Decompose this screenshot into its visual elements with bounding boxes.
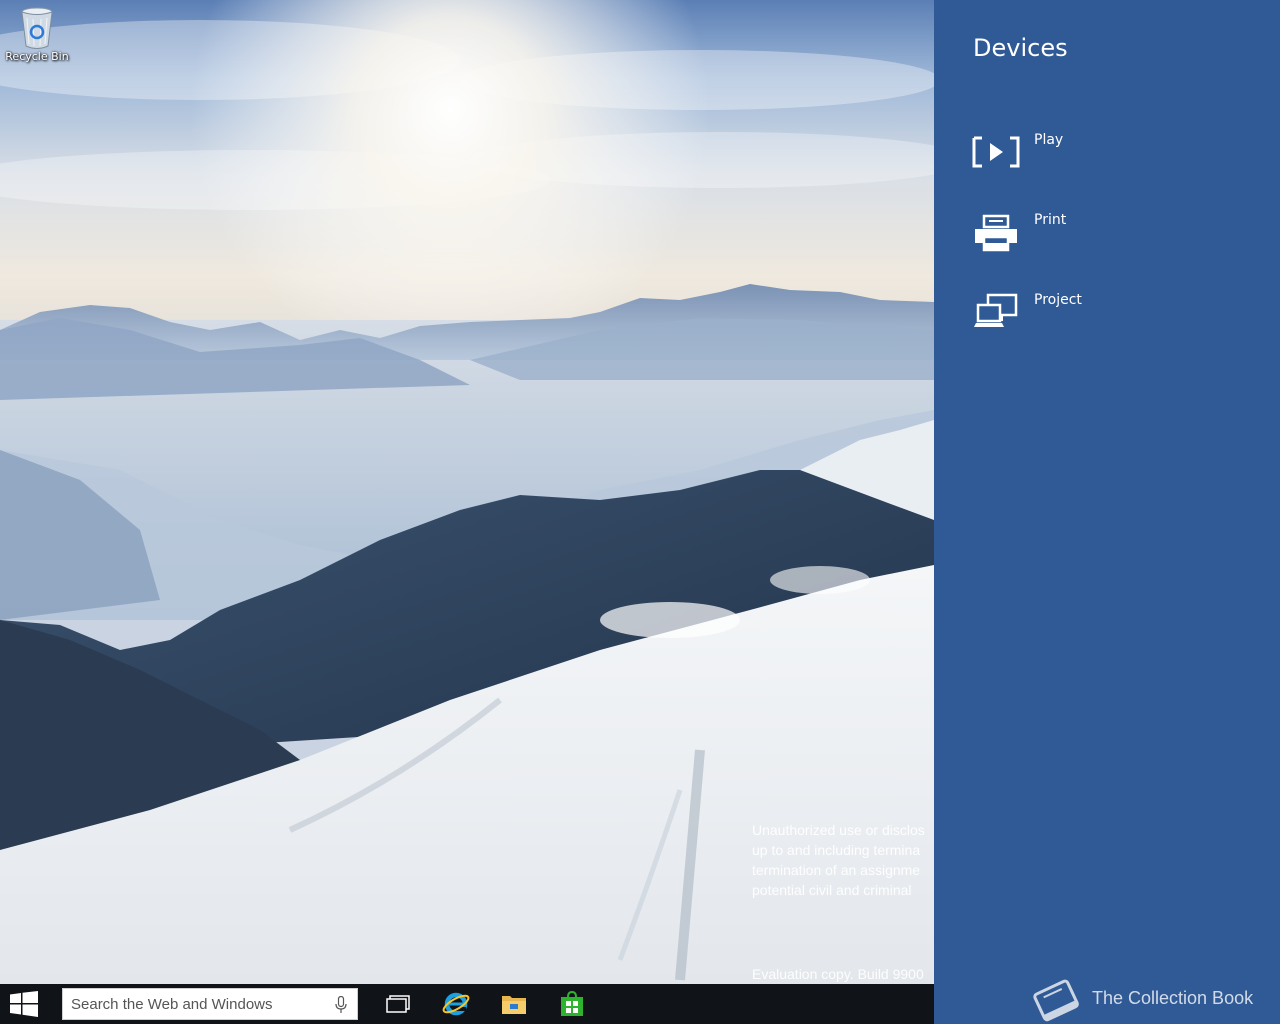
internet-explorer-icon [442,992,470,1016]
recycle-bin-shortcut[interactable]: Recycle Bin [4,4,70,74]
start-button[interactable] [0,984,48,1024]
microphone-icon[interactable] [335,996,347,1014]
device-item-play[interactable]: Play [972,130,1252,176]
task-view-button[interactable] [374,984,422,1024]
recycle-bin-icon [21,7,53,49]
search-placeholder: Search the Web and Windows [71,996,273,1013]
panel-title: Devices [973,34,1068,62]
project-icon [974,293,1018,327]
task-view-icon [386,995,410,1013]
store-icon [561,991,583,1016]
recycle-bin-label: Recycle Bin [5,50,69,63]
brand-text: The Collection Book [1092,988,1254,1008]
device-item-label: Print [1034,212,1067,228]
watermark-line: up to and including termina [752,842,921,858]
search-input[interactable]: Search the Web and Windows [62,988,358,1020]
store-button[interactable] [548,984,596,1024]
devices-charm-panel: Devices Play Print Project The Collectio… [934,0,1280,1024]
evaluation-watermark: Unauthorized use or disclos up to and in… [752,820,934,900]
device-item-label: Play [1034,132,1064,148]
watermark-line: termination of an assignme [752,862,921,878]
watermark-line: potential civil and criminal [752,882,912,898]
internet-explorer-button[interactable] [432,984,480,1024]
desktop-wallpaper: Recycle Bin Unauthorized use or disclos … [0,0,934,984]
brand-watermark: The Collection Book [1030,968,1270,1024]
taskbar: Search the Web and Windows [0,984,934,1024]
device-item-print[interactable]: Print [972,210,1252,256]
build-watermark: Evaluation copy. Build 9900 [752,966,924,982]
file-explorer-icon [502,996,526,1014]
book-icon [1033,979,1079,1022]
device-item-label: Project [1034,292,1082,308]
play-icon [972,136,1020,168]
file-explorer-button[interactable] [490,984,538,1024]
printer-icon [975,214,1017,252]
device-item-project[interactable]: Project [972,290,1252,336]
windows-logo-icon [10,991,38,1017]
screen: Recycle Bin Unauthorized use or disclos … [0,0,1280,1024]
watermark-line: Unauthorized use or disclos [752,822,925,838]
